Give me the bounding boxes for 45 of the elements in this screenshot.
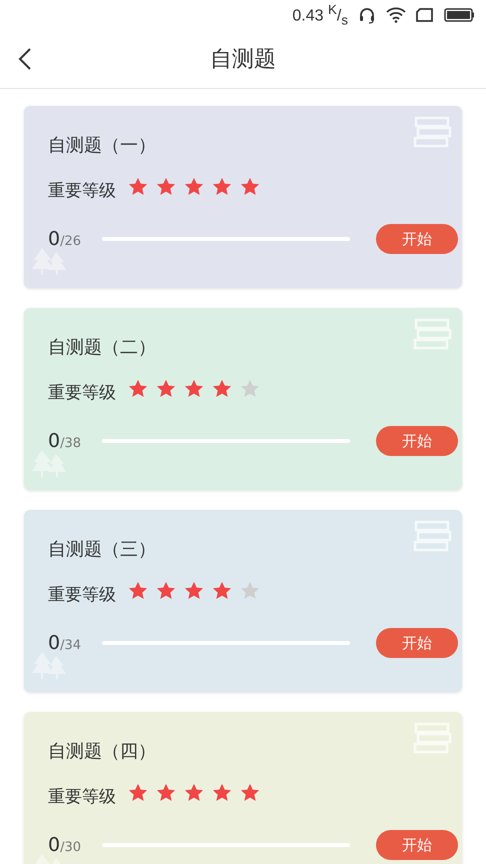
star-icon [128, 783, 148, 802]
importance-label: 重要等级 [48, 584, 116, 606]
books-icon [412, 518, 454, 552]
quiz-title: 自测题（二） [48, 336, 156, 359]
star-icon [156, 177, 176, 196]
back-icon [18, 47, 32, 71]
page-title: 自测题 [210, 46, 276, 74]
network-speed: 0.43 $^{K}$/$_{s}$ [292, 2, 348, 28]
start-button[interactable]: 开始 [376, 830, 458, 860]
books-icon [412, 316, 454, 350]
star-icon [156, 379, 176, 398]
progress-count: 0/30 [48, 834, 82, 856]
star-icon [240, 379, 260, 398]
importance-label: 重要等级 [48, 382, 116, 404]
headset-icon [358, 6, 376, 24]
importance-label: 重要等级 [48, 786, 116, 808]
screen-icon [416, 8, 434, 22]
progress-count: 0/38 [48, 430, 82, 452]
start-button[interactable]: 开始 [376, 628, 458, 658]
quiz-title: 自测题（一） [48, 134, 156, 157]
importance-label: 重要等级 [48, 180, 116, 202]
star-icon [128, 379, 148, 398]
star-icon [184, 379, 204, 398]
star-icon [240, 581, 260, 600]
star-icon [240, 783, 260, 802]
star-icon [212, 379, 232, 398]
star-icon [212, 783, 232, 802]
star-icon [184, 783, 204, 802]
quiz-title: 自测题（三） [48, 538, 156, 561]
battery-icon [444, 8, 474, 22]
quiz-title: 自测题（四） [48, 740, 156, 763]
star-icon [184, 581, 204, 600]
star-icon [128, 581, 148, 600]
progress-count: 0/26 [48, 228, 82, 250]
star-icon [156, 581, 176, 600]
star-icon [212, 177, 232, 196]
start-button[interactable]: 开始 [376, 426, 458, 456]
star-icon [128, 177, 148, 196]
wifi-icon [386, 7, 406, 23]
star-icon [156, 783, 176, 802]
start-button[interactable]: 开始 [376, 224, 458, 254]
star-icon [184, 177, 204, 196]
star-icon [240, 177, 260, 196]
progress-count: 0/34 [48, 632, 82, 654]
star-icon [212, 581, 232, 600]
